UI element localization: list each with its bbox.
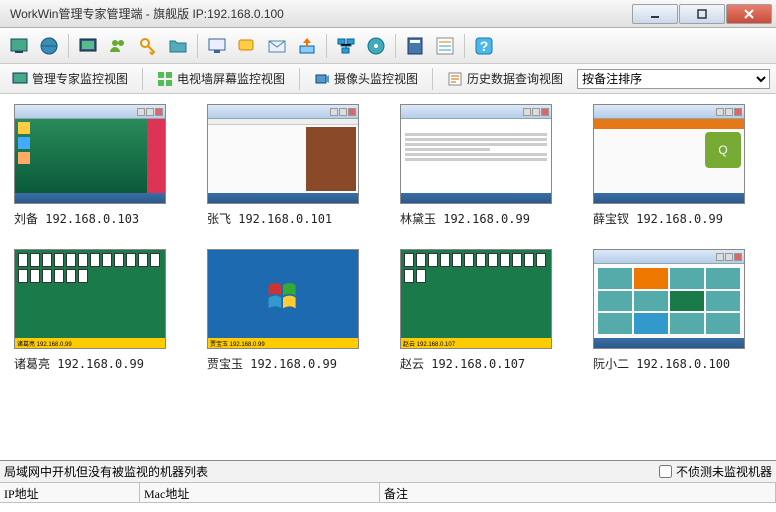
client-thumbnail[interactable]: 赵云 192.168.0.107 赵云 192.168.0.107 <box>400 249 569 372</box>
sort-select[interactable]: 按备注排序 <box>577 69 770 89</box>
globe-icon[interactable] <box>36 33 62 59</box>
book-icon[interactable] <box>402 33 428 59</box>
client-caption: 林黛玉 192.168.0.99 <box>400 210 530 227</box>
client-caption: 刘备 192.168.0.103 <box>14 210 139 227</box>
tab-expert-monitor[interactable]: 管理专家监控视图 <box>6 67 134 90</box>
client-caption: 贾宝玉 192.168.0.99 <box>207 355 337 372</box>
col-ip[interactable]: IP地址 <box>0 483 140 502</box>
main-toolbar: ? <box>0 28 776 64</box>
tab-tvwall-monitor[interactable]: 电视墙屏幕监控视图 <box>151 67 291 90</box>
client-caption: 薛宝钗 192.168.0.99 <box>593 210 723 227</box>
network-icon[interactable] <box>333 33 359 59</box>
help-icon[interactable]: ? <box>471 33 497 59</box>
unmonitored-header: 局域网中开机但没有被监视的机器列表 <box>4 463 659 480</box>
thumbnail-grid-area: 刘备 192.168.0.103 张飞 192.168.0.101 林黛玉 192.… <box>0 94 776 460</box>
screen-icon[interactable] <box>75 33 101 59</box>
screenshot-preview[interactable]: 赵云 192.168.0.107 <box>400 249 552 349</box>
display-icon[interactable] <box>204 33 230 59</box>
folder-icon[interactable] <box>165 33 191 59</box>
client-thumbnail[interactable]: Q 薛宝钗 192.168.0.99 <box>593 104 762 227</box>
list-icon[interactable] <box>432 33 458 59</box>
chat-icon[interactable] <box>234 33 260 59</box>
screenshot-preview[interactable]: 贾宝玉 192.168.0.99 <box>207 249 359 349</box>
titlebar: WorkWin管理专家管理端 - 旗舰版 IP:192.168.0.100 <box>0 0 776 28</box>
tab-camera-monitor[interactable]: 摄像头监控视图 <box>308 67 424 90</box>
client-thumbnail[interactable]: 林黛玉 192.168.0.99 <box>400 104 569 227</box>
tab-history-query[interactable]: 历史数据查询视图 <box>441 67 569 90</box>
client-thumbnail[interactable]: 阮小二 192.168.0.100 <box>593 249 762 372</box>
client-caption: 赵云 192.168.0.107 <box>400 355 525 372</box>
maximize-button[interactable] <box>679 4 725 24</box>
key-icon[interactable] <box>135 33 161 59</box>
mail-icon[interactable] <box>264 33 290 59</box>
monitor-icon[interactable] <box>6 33 32 59</box>
bottom-panel: 局域网中开机但没有被监视的机器列表 不侦测未监视机器 IP地址 Mac地址 备注 <box>0 460 776 503</box>
bottom-columns: IP地址 Mac地址 备注 <box>0 483 776 503</box>
upload-icon[interactable] <box>294 33 320 59</box>
screenshot-preview[interactable]: 诸葛亮 192.168.0.99 <box>14 249 166 349</box>
col-mac[interactable]: Mac地址 <box>140 483 380 502</box>
close-button[interactable] <box>726 4 772 24</box>
users-icon[interactable] <box>105 33 131 59</box>
client-caption: 阮小二 192.168.0.100 <box>593 355 730 372</box>
client-thumbnail[interactable]: 刘备 192.168.0.103 <box>14 104 183 227</box>
view-tabs: 管理专家监控视图 电视墙屏幕监控视图 摄像头监控视图 历史数据查询视图 按备注排… <box>0 64 776 94</box>
screenshot-preview[interactable] <box>207 104 359 204</box>
screenshot-preview[interactable] <box>593 249 745 349</box>
screenshot-preview[interactable] <box>14 104 166 204</box>
svg-text:?: ? <box>480 38 489 54</box>
disc-icon[interactable] <box>363 33 389 59</box>
window-buttons <box>632 4 772 24</box>
window-title: WorkWin管理专家管理端 - 旗舰版 IP:192.168.0.100 <box>4 5 632 22</box>
screenshot-preview[interactable]: Q <box>593 104 745 204</box>
no-detect-checkbox[interactable]: 不侦测未监视机器 <box>659 463 772 480</box>
minimize-button[interactable] <box>632 4 678 24</box>
client-thumbnail[interactable]: 张飞 192.168.0.101 <box>207 104 376 227</box>
client-thumbnail[interactable]: 贾宝玉 192.168.0.99 贾宝玉 192.168.0.99 <box>207 249 376 372</box>
client-thumbnail[interactable]: 诸葛亮 192.168.0.99 诸葛亮 192.168.0.99 <box>14 249 183 372</box>
client-caption: 诸葛亮 192.168.0.99 <box>14 355 144 372</box>
client-caption: 张飞 192.168.0.101 <box>207 210 332 227</box>
screenshot-preview[interactable] <box>400 104 552 204</box>
col-remark[interactable]: 备注 <box>380 483 776 502</box>
